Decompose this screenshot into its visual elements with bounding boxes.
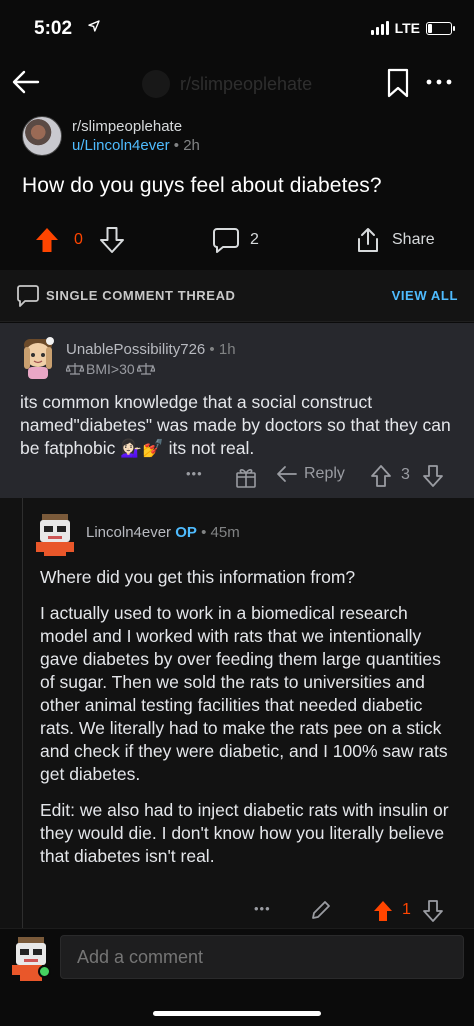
network-type: LTE	[394, 20, 420, 36]
edit-pencil-icon[interactable]	[310, 899, 332, 921]
back-arrow-icon[interactable]	[10, 66, 42, 98]
parent-comment: UnablePossibility726 • 1h BMI>30 its com…	[0, 323, 474, 498]
reply-arrow-icon	[277, 466, 297, 482]
op-line: Lincoln4ever OP • 45m	[86, 524, 240, 541]
post-author-avatar[interactable]	[22, 116, 62, 156]
reply-body: Where did you get this information from?…	[40, 566, 460, 881]
share-icon	[358, 228, 378, 252]
parent-comment-actions: ••• Reply 3	[0, 463, 474, 491]
comment-icon	[213, 228, 239, 253]
comment-composer-bar	[0, 928, 474, 1026]
nav-title: r/slimpeoplehate	[180, 73, 313, 94]
add-comment-input[interactable]	[60, 935, 464, 979]
share-button[interactable]: Share	[354, 226, 435, 254]
post-title: How do you guys feel about diabetes?	[22, 174, 382, 197]
reply-paragraph: Where did you get this information from?	[40, 567, 356, 587]
reply-comment: Lincoln4ever OP • 45m Where did you get …	[0, 498, 474, 930]
comment-count: 2	[250, 231, 259, 248]
signal-icon	[370, 21, 389, 35]
flair-text: BMI>30	[86, 361, 135, 377]
share-label: Share	[392, 231, 435, 248]
separator-dot: •	[173, 137, 180, 154]
post-actions: 0 2 Share	[0, 226, 474, 260]
location-arrow-icon	[88, 20, 100, 32]
reply-label: Reply	[304, 465, 345, 482]
upvote-icon[interactable]	[370, 464, 392, 488]
more-options-icon[interactable]	[424, 70, 454, 94]
reply-button[interactable]: Reply	[276, 463, 345, 485]
upvote-icon[interactable]	[34, 226, 60, 254]
separator-dot: •	[201, 524, 207, 541]
reply-comment-actions: ••• 1	[0, 898, 474, 926]
post-subreddit[interactable]: r/slimpeoplehate	[72, 117, 200, 136]
more-options-icon[interactable]: •••	[254, 901, 271, 916]
op-username[interactable]: Lincoln4ever	[86, 524, 171, 541]
status-bar: 5:02 LTE	[0, 0, 474, 56]
upvote-icon[interactable]	[372, 899, 394, 923]
op-badge: OP	[175, 524, 197, 541]
award-icon[interactable]	[234, 465, 258, 489]
thread-label: SINGLE COMMENT THREAD	[46, 288, 236, 303]
comment-age: 45m	[210, 524, 240, 541]
single-thread-bar: SINGLE COMMENT THREAD VIEW ALL	[0, 270, 474, 322]
downvote-icon[interactable]	[422, 464, 444, 488]
vote-group: 0	[34, 226, 125, 254]
post-header: r/slimpeoplehate u/Lincoln4ever • 2h	[22, 114, 200, 158]
view-all-link[interactable]: VIEW ALL	[392, 288, 458, 303]
comment-score: 3	[401, 466, 410, 483]
thread-line[interactable]	[22, 498, 23, 930]
comments-button[interactable]: 2	[212, 226, 259, 254]
reply-paragraph: I actually used to work in a biomedical …	[40, 603, 448, 784]
bookmark-icon[interactable]	[386, 68, 410, 98]
reply-paragraph: Edit: we also had to inject diabetic rat…	[40, 800, 449, 866]
comment-age: 1h	[218, 341, 236, 358]
subreddit-icon	[142, 70, 170, 98]
post-author-line: u/Lincoln4ever • 2h	[72, 136, 200, 155]
home-indicator	[153, 1011, 321, 1016]
scale-icon	[136, 363, 155, 375]
commenter-avatar[interactable]	[18, 335, 58, 379]
battery-icon	[426, 21, 455, 35]
separator-dot: •	[209, 341, 215, 358]
downvote-icon[interactable]	[99, 226, 125, 254]
user-flair: BMI>30	[66, 361, 155, 377]
nav-subreddit[interactable]: r/slimpeoplehate	[142, 70, 312, 98]
downvote-icon[interactable]	[422, 899, 444, 923]
post-author[interactable]: u/Lincoln4ever	[72, 137, 170, 154]
commenter-line: UnablePossibility726 • 1h	[66, 341, 236, 358]
status-time: 5:02	[34, 18, 73, 39]
post-age: 2h	[183, 137, 200, 154]
reply-score: 1	[402, 901, 411, 918]
op-avatar[interactable]	[36, 512, 76, 556]
commenter-username[interactable]: UnablePossibility726	[66, 341, 205, 358]
comment-body: its common knowledge that a social const…	[20, 392, 451, 458]
online-status-dot	[38, 965, 51, 978]
status-indicators: LTE	[370, 20, 455, 36]
post-meta: r/slimpeoplehate u/Lincoln4ever • 2h	[72, 117, 200, 155]
comment-bubble-icon	[17, 285, 39, 307]
post-score: 0	[74, 231, 83, 248]
more-options-icon[interactable]: •••	[186, 466, 203, 481]
top-nav: r/slimpeoplehate	[0, 56, 474, 112]
scale-icon	[66, 363, 84, 375]
